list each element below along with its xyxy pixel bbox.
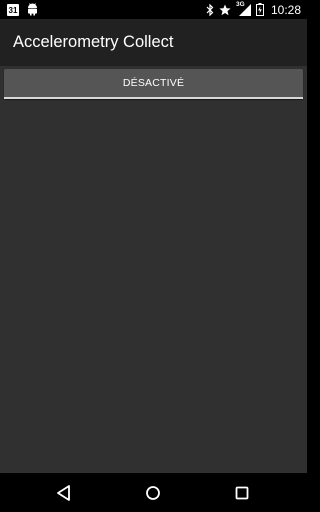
- back-icon[interactable]: [54, 483, 74, 503]
- system-icons: 3G 10:28: [206, 1, 301, 18]
- calendar-day: 31: [8, 5, 18, 15]
- status-bar: 31 3G 10:28: [0, 0, 307, 19]
- toggle-label: DÉSACTIVÉ: [122, 77, 185, 89]
- home-icon[interactable]: [143, 483, 163, 503]
- toggle-indicator: [4, 97, 303, 99]
- battery-icon: [255, 3, 264, 16]
- toggle-button[interactable]: DÉSACTIVÉ: [4, 69, 303, 99]
- action-bar: Accelerometry Collect: [0, 19, 307, 66]
- status-time: 10:28: [270, 2, 301, 17]
- calendar-icon: 31: [7, 3, 19, 16]
- screen: 31 3G 10:28 Accelerometry Collect DÉSACT…: [0, 0, 307, 512]
- android-icon: [28, 3, 37, 16]
- recents-icon[interactable]: [232, 483, 252, 503]
- signal-icon: 3G: [236, 1, 251, 16]
- star-icon: [219, 4, 231, 15]
- navigation-bar: [0, 473, 307, 512]
- notification-icons: 31: [7, 3, 38, 16]
- bluetooth-icon: [206, 3, 214, 16]
- app-title: Accelerometry Collect: [13, 33, 174, 51]
